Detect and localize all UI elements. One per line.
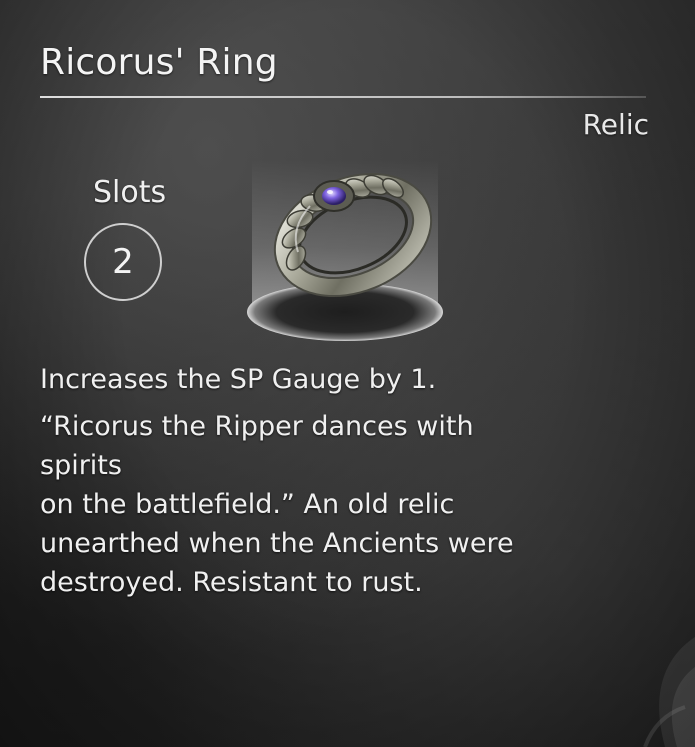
item-description: Increases the SP Gauge by 1. “Ricorus th… <box>40 360 540 602</box>
slots-badge: 2 <box>84 223 162 301</box>
item-name: Ricorus' Ring <box>40 42 278 83</box>
item-category: Relic <box>582 108 649 141</box>
item-effect: Increases the SP Gauge by 1. <box>40 364 437 395</box>
corner-emblem-icon <box>643 637 695 747</box>
slots-label: Slots <box>93 175 167 210</box>
ring-icon <box>247 160 443 341</box>
slots-value: 2 <box>112 242 134 282</box>
title-divider <box>40 96 646 98</box>
item-flavor-text: “Ricorus the Ripper dances with spirits … <box>40 411 514 598</box>
item-image <box>238 140 452 350</box>
